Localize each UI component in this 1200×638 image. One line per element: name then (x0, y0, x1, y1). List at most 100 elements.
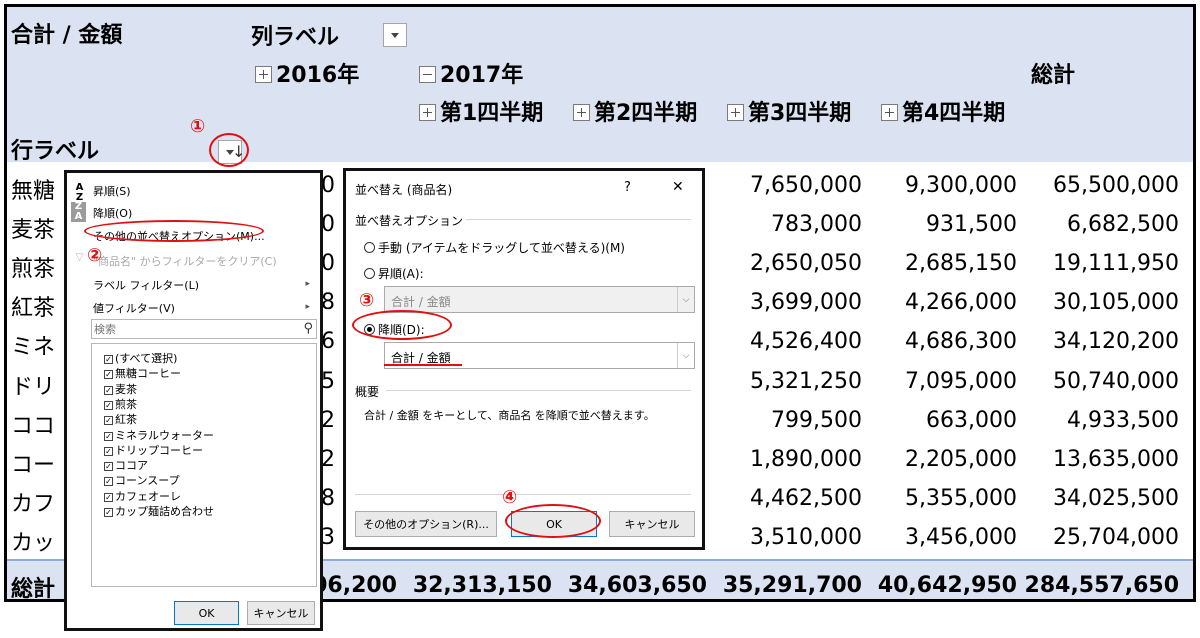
row-label: 無糖 (11, 179, 56, 204)
dialog-cancel-button[interactable]: キャンセル (609, 511, 695, 537)
filter-list-item[interactable]: ✓ コーンスープ (104, 472, 180, 488)
filter-list-item[interactable]: ✓ 無糖コーヒー (104, 365, 181, 381)
filter-item-label: カフェオーレ (115, 489, 181, 503)
chevron-down-icon: ⌵ (677, 343, 694, 368)
checkbox[interactable]: ✓ (104, 477, 113, 487)
checkbox[interactable]: ✓ (104, 416, 113, 426)
total-cell: 32,313,150 (412, 573, 552, 598)
menu-value-filter[interactable]: 値フィルター(V) (93, 300, 175, 316)
radio-ascending-control[interactable] (364, 268, 375, 279)
data-cell: 3,456,000 (905, 524, 1017, 550)
data-cell: 3,510,000 (750, 524, 862, 550)
data-cell: 4,526,400 (750, 329, 862, 355)
annotation-4: ④ (502, 487, 518, 508)
sort-asc-icon: AZ (75, 182, 84, 203)
checkbox[interactable]: ✓ (104, 492, 113, 502)
pivot-header: 合計 / 金額 列ラベル 2016年 2017年 総計 第1四半期 第2四半期 … (7, 7, 1193, 164)
filter-list-item[interactable]: ✓ カップ麺詰め合わせ (104, 503, 214, 519)
data-cell: 4,686,300 (905, 329, 1017, 355)
filter-ok-button[interactable]: OK (174, 601, 239, 625)
data-cell: 25,704,000 (1053, 524, 1179, 550)
filter-item-label: ドリップコーヒー (115, 443, 203, 457)
annotation-3: ③ (359, 290, 375, 311)
search-icon: ⚲ (303, 321, 313, 336)
filter-item-list[interactable]: ✓ (すべて選択) ✓ 無糖コーヒー ✓ 麦茶 ✓ 煎茶 ✓ 紅茶 ✓ ミネラルウォーター ✓ ドリップコ… (91, 343, 317, 587)
data-cell: 7,095,000 (905, 368, 1017, 394)
value-header: 合計 / 金額 (11, 23, 123, 48)
checkbox[interactable]: ✓ (104, 385, 113, 395)
highlight-circle (352, 310, 452, 340)
filter-list-item[interactable]: ✓ 煎茶 (104, 396, 137, 412)
filter-list-item[interactable]: ✓ (すべて選択) (104, 350, 177, 366)
data-cell: 663,000 (926, 407, 1017, 433)
quarter-2-header[interactable]: 第2四半期 (573, 95, 697, 127)
quarter-3-header[interactable]: 第3四半期 (727, 95, 851, 127)
expand-icon[interactable] (255, 66, 272, 83)
year-2016-header[interactable]: 2016年 (255, 57, 359, 89)
grand-total-header: 総計 (1031, 63, 1076, 88)
checkbox[interactable]: ✓ (104, 355, 113, 364)
data-cell: 13,635,000 (1053, 446, 1179, 472)
filter-cancel-button[interactable]: キャンセル (247, 601, 315, 625)
radio-manual-control[interactable] (364, 242, 375, 253)
row-label: 煎茶 (11, 257, 56, 283)
divider (466, 219, 691, 220)
collapse-icon[interactable] (419, 66, 436, 83)
row-label: ミネ (11, 335, 56, 361)
filter-list-item[interactable]: ✓ ココア (104, 457, 148, 473)
filter-item-label: (すべて選択) (115, 352, 178, 365)
column-filter-dropdown[interactable] (383, 23, 407, 47)
expand-icon[interactable] (419, 104, 436, 121)
checkbox[interactable]: ✓ (104, 400, 113, 410)
help-button[interactable]: ? (624, 180, 631, 195)
data-cell: 3,699,000 (750, 290, 862, 316)
menu-label-filter[interactable]: ラベル フィルター(L) (93, 277, 199, 293)
checkbox[interactable]: ✓ (104, 431, 113, 441)
filter-list-item[interactable]: ✓ ドリップコーヒー (104, 442, 203, 458)
expand-icon[interactable] (573, 104, 590, 121)
row-label: ココ (11, 413, 56, 439)
expand-icon[interactable] (881, 104, 898, 121)
radio-manual[interactable]: 手動 (アイテムをドラッグして並べ替える)(M) (364, 239, 625, 256)
divider (386, 390, 691, 391)
quarter-4-header[interactable]: 第4四半期 (881, 95, 1005, 127)
checkbox[interactable]: ✓ (104, 370, 113, 380)
search-box[interactable]: ⚲ (91, 319, 317, 339)
row-label: 麦茶 (11, 218, 56, 244)
checkbox[interactable]: ✓ (104, 446, 113, 456)
close-icon[interactable]: ✕ (672, 179, 684, 195)
filter-list-item[interactable]: ✓ 紅茶 (104, 411, 137, 427)
data-cell: 2,685,150 (905, 251, 1017, 277)
filter-item-label: コーンスープ (115, 474, 180, 488)
radio-ascending[interactable]: 昇順(A): (364, 265, 424, 282)
data-cell: 1,890,000 (750, 446, 862, 472)
data-cell: 50,740,000 (1053, 368, 1179, 394)
more-options-button[interactable]: その他のオプション(R)... (355, 511, 497, 537)
sort-desc-icon: ZA (71, 202, 86, 222)
checkbox[interactable]: ✓ (104, 462, 113, 472)
quarter-1-header[interactable]: 第1四半期 (419, 95, 543, 127)
total-cell: 284,557,650 (1024, 573, 1179, 598)
data-cell: 6,682,500 (1067, 212, 1179, 238)
data-cell: 34,025,500 (1053, 485, 1179, 511)
data-cell: 2,650,050 (750, 251, 862, 277)
clear-filter-icon: ▽ (75, 252, 84, 263)
annotation-1: ① (190, 116, 206, 137)
filter-item-label: 煎茶 (115, 397, 137, 411)
checkbox[interactable]: ✓ (104, 508, 113, 517)
data-cell: 9,300,000 (905, 173, 1017, 198)
expand-icon[interactable] (727, 104, 744, 121)
data-cell: 34,120,200 (1053, 329, 1179, 355)
row-label: ドリ (11, 374, 56, 400)
filter-list-item[interactable]: ✓ ミネラルウォーター (104, 427, 214, 443)
total-cell: 40,642,950 (877, 573, 1017, 598)
filter-list-item[interactable]: ✓ 麦茶 (104, 381, 137, 397)
divider (355, 494, 691, 495)
menu-sort-descending[interactable]: 降順(O) (93, 205, 132, 221)
menu-sort-ascending[interactable]: 昇順(S) (93, 183, 131, 199)
filter-list-item[interactable]: ✓ カフェオーレ (104, 488, 181, 504)
annotation-2: ② (87, 245, 103, 266)
year-2017-header[interactable]: 2017年 (419, 57, 523, 89)
search-input[interactable] (94, 322, 294, 336)
chevron-down-icon (391, 33, 399, 38)
